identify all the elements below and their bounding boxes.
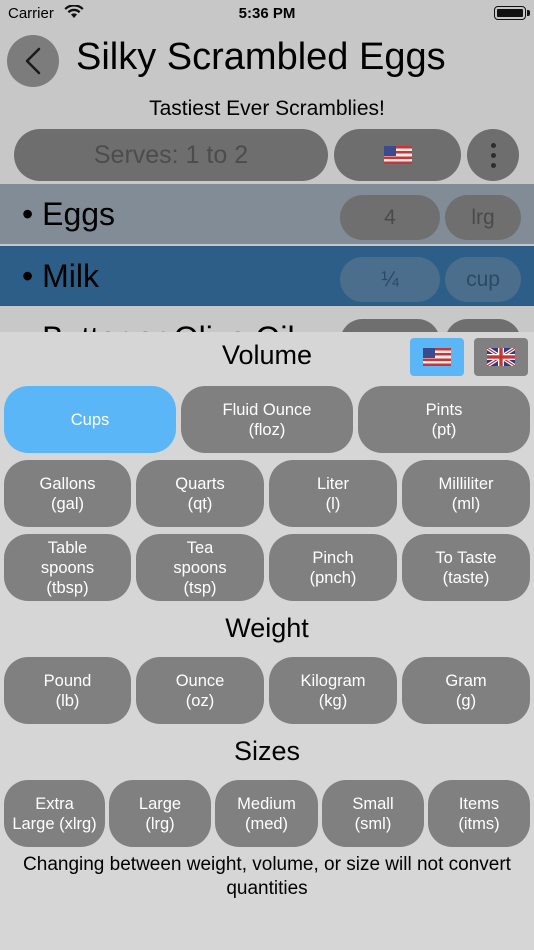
unit-abbrev: (taste) xyxy=(442,568,490,587)
ingredient-name: • Milk xyxy=(22,258,99,294)
unit-label: Gram xyxy=(445,671,487,690)
unit-abbrev: (tsp) xyxy=(183,578,217,597)
recipe-title: Silky Scrambled Eggs xyxy=(76,36,446,78)
size-extra-large-button[interactable]: Extra Large (xlrg) xyxy=(4,780,105,847)
size-small-button[interactable]: Small (sml) xyxy=(322,780,424,847)
unit-kilogram-button[interactable]: Kilogram (kg) xyxy=(269,657,397,724)
unit-gallons-button[interactable]: Gallons (gal) xyxy=(4,460,131,527)
unit-label: Pound xyxy=(43,671,92,690)
ingredient-row[interactable]: • Eggs 4 lrg xyxy=(0,184,534,244)
unit-ounce-button[interactable]: Ounce (oz) xyxy=(136,657,264,724)
recipe-subtitle: Tastiest Ever Scramblies! xyxy=(149,97,385,120)
unit-tablespoons-button[interactable]: Table spoons (tbsp) xyxy=(4,534,131,601)
unit-abbrev: (lb) xyxy=(55,691,80,710)
unit-label: Pinch xyxy=(312,548,354,567)
back-button[interactable] xyxy=(7,35,59,87)
unit-quarts-button[interactable]: Quarts (qt) xyxy=(136,460,264,527)
battery-icon xyxy=(494,6,530,20)
unit-button[interactable]: tsp xyxy=(445,319,521,332)
unit-abbrev: Large (xlrg) xyxy=(12,814,97,833)
unit-pinch-button[interactable]: Pinch (pnch) xyxy=(269,534,397,601)
unit-label: Medium xyxy=(237,794,296,813)
unit-label: Table xyxy=(47,538,88,557)
unit-cups-button[interactable]: Cups xyxy=(4,386,176,453)
unit-label: Tea xyxy=(186,538,214,557)
unit-abbrev: (pt) xyxy=(431,420,457,439)
weight-section-title: Weight xyxy=(225,613,309,643)
unit-abbrev: (gal) xyxy=(50,494,84,513)
chevron-left-icon xyxy=(25,47,41,75)
unit-label: Milliliter xyxy=(438,474,494,493)
unit-label: Gallons xyxy=(39,474,96,493)
unit-abbrev: (kg) xyxy=(318,691,348,710)
uk-flag-icon xyxy=(487,348,515,366)
quantity-button[interactable]: 4 xyxy=(340,195,440,240)
unit-picker-panel: Volume Cups Fluid Ounce (floz) Pints (pt… xyxy=(0,332,534,950)
quantity-button[interactable]: ¼ xyxy=(340,257,440,302)
unit-label: Small xyxy=(352,794,394,813)
unit-button[interactable]: lrg xyxy=(445,195,521,240)
more-options-button[interactable] xyxy=(467,129,519,181)
unit-pints-button[interactable]: Pints (pt) xyxy=(358,386,530,453)
unit-abbrev: (med) xyxy=(244,814,289,833)
unit-milliliter-button[interactable]: Milliliter (ml) xyxy=(402,460,530,527)
us-flag-icon xyxy=(423,348,451,366)
ingredient-name: • Eggs xyxy=(22,196,116,232)
unit-label: Quarts xyxy=(175,474,225,493)
unit-label: Liter xyxy=(316,474,350,493)
region-button[interactable] xyxy=(334,129,461,181)
unit-label: Pints xyxy=(425,400,463,419)
serves-button[interactable]: Serves: 1 to 2 xyxy=(14,129,328,181)
unit-abbrev: (qt) xyxy=(187,494,213,513)
unit-gram-button[interactable]: Gram (g) xyxy=(402,657,530,724)
us-flag-icon xyxy=(383,146,412,164)
unit-pound-button[interactable]: Pound (lb) xyxy=(4,657,131,724)
size-medium-button[interactable]: Medium (med) xyxy=(215,780,318,847)
unit-label-2: spoons xyxy=(40,558,95,577)
unit-abbrev: (ml) xyxy=(451,494,481,513)
unit-abbrev: (sml) xyxy=(354,814,392,833)
region-us-button[interactable] xyxy=(410,338,464,376)
ingredient-name: • Butter or Olive Oil xyxy=(22,320,295,332)
unit-abbrev: (l) xyxy=(325,494,341,513)
unit-abbrev: (pnch) xyxy=(309,568,357,587)
unit-label: Large xyxy=(138,794,182,813)
more-vertical-icon xyxy=(490,142,496,168)
unit-abbrev: (g) xyxy=(455,691,477,710)
region-uk-button[interactable] xyxy=(474,338,528,376)
unit-teaspoons-button[interactable]: Tea spoons (tsp) xyxy=(136,534,264,601)
size-items-button[interactable]: Items (itms) xyxy=(428,780,530,847)
unit-label: Ounce xyxy=(175,671,225,690)
unit-abbrev: (tbsp) xyxy=(46,578,89,597)
size-large-button[interactable]: Large (lrg) xyxy=(109,780,211,847)
unit-button[interactable]: cup xyxy=(445,257,521,302)
unit-to-taste-button[interactable]: To Taste (taste) xyxy=(402,534,530,601)
unit-label: To Taste xyxy=(435,548,497,567)
sizes-section-title: Sizes xyxy=(233,736,301,766)
unit-label: Cups xyxy=(70,410,110,429)
unit-label: Fluid Ounce xyxy=(222,400,312,419)
unit-abbrev: (oz) xyxy=(185,691,215,710)
unit-label-2: spoons xyxy=(173,558,227,577)
unit-liter-button[interactable]: Liter (l) xyxy=(269,460,397,527)
clock: 5:36 PM xyxy=(238,5,296,22)
quantity-button[interactable]: 2 xyxy=(340,319,440,332)
unit-abbrev: (itms) xyxy=(458,814,500,833)
ingredient-row[interactable]: • Butter or Olive Oil 2 tsp xyxy=(0,308,534,332)
unit-abbrev: (lrg) xyxy=(145,814,175,833)
conversion-note: Changing between weight, volume, or size… xyxy=(23,854,511,899)
unit-abbrev: (floz) xyxy=(248,420,286,439)
unit-label: Kilogram xyxy=(300,671,366,690)
ingredient-row-selected[interactable]: • Milk ¼ cup xyxy=(0,246,534,306)
status-bar: Carrier 5:36 PM xyxy=(0,0,534,28)
unit-label: Items xyxy=(458,794,500,813)
unit-fluid-ounce-button[interactable]: Fluid Ounce (floz) xyxy=(181,386,353,453)
unit-label: Extra xyxy=(35,794,74,813)
